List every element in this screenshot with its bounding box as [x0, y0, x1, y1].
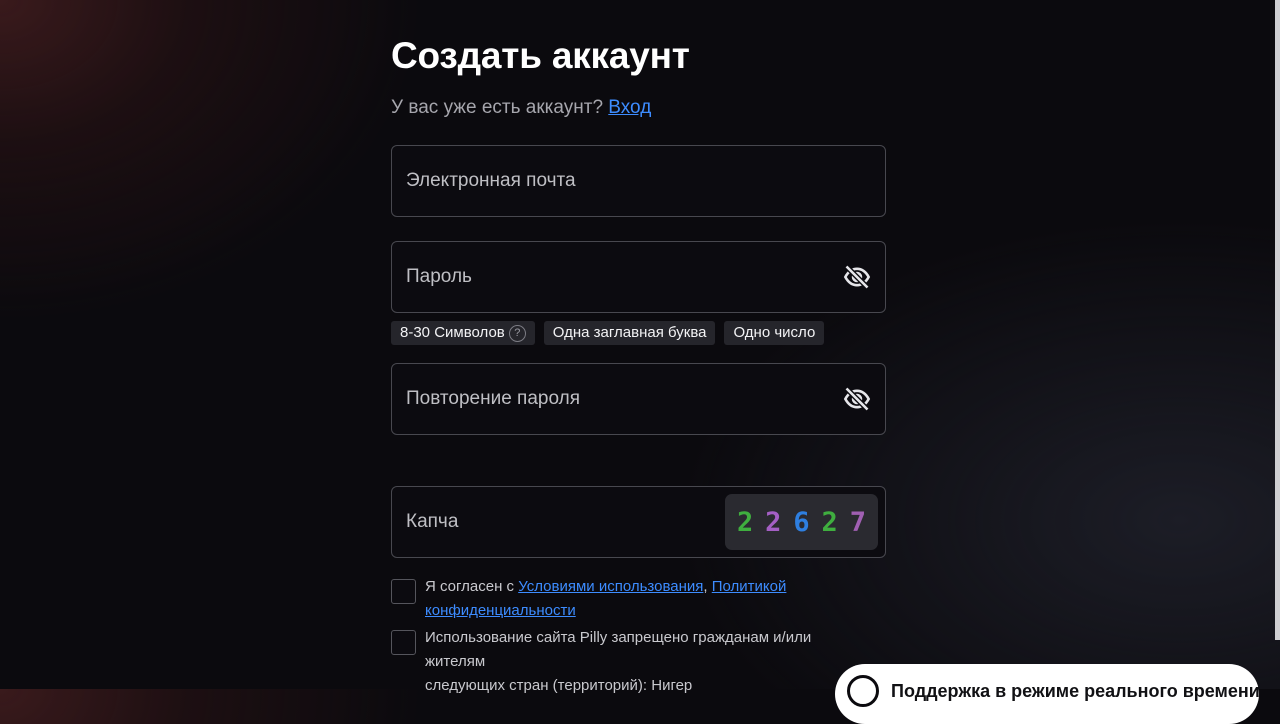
- support-chat-widget[interactable]: Поддержка в режиме реального времени: [835, 664, 1260, 724]
- restriction-agreement: Использование сайта Pilly запрещено граж…: [391, 629, 871, 698]
- repeat-password-field[interactable]: Повторение пароля: [391, 363, 886, 435]
- login-prompt: У вас уже есть аккаунт? Вход: [391, 97, 651, 119]
- password-placeholder: Пароль: [406, 266, 472, 287]
- repeat-password-placeholder: Повторение пароля: [406, 388, 580, 409]
- password-field[interactable]: Пароль: [391, 241, 886, 313]
- terms-text: Я согласен с Условиями использования, По…: [425, 575, 786, 623]
- hint-uppercase: Одна заглавная буква: [543, 321, 716, 345]
- captcha-image[interactable]: 2 2 6 2 7: [725, 494, 878, 550]
- email-field[interactable]: Электронная почта: [391, 145, 886, 217]
- support-avatar-icon: [847, 675, 879, 707]
- terms-agreement: Я согласен с Условиями использования, По…: [391, 578, 871, 623]
- captcha-placeholder: Капча: [406, 511, 459, 532]
- question-icon[interactable]: ?: [508, 324, 526, 342]
- password-requirements: 8-30 Символов ? Одна заглавная буква Одн…: [391, 321, 825, 345]
- terms-checkbox[interactable]: [391, 579, 416, 604]
- hint-length-label: 8-30 Символов: [400, 324, 505, 341]
- login-link[interactable]: Вход: [608, 97, 651, 118]
- privacy-policy-link-cont[interactable]: конфиденциальности: [425, 602, 576, 619]
- eye-off-icon[interactable]: [843, 263, 871, 291]
- hint-number: Одно число: [724, 321, 825, 345]
- support-widget-text: Поддержка в режиме реального времени: [891, 681, 1260, 701]
- hint-uppercase-label: Одна заглавная буква: [552, 324, 707, 341]
- restriction-checkbox[interactable]: [391, 630, 416, 655]
- terms-of-use-link[interactable]: Условиями использования: [518, 578, 703, 595]
- captcha-digit: 7: [849, 506, 866, 538]
- page-scrollbar[interactable]: [1275, 0, 1280, 640]
- captcha-field[interactable]: Капча 2 2 6 2 7: [391, 486, 886, 558]
- eye-off-icon[interactable]: [843, 385, 871, 413]
- email-placeholder: Электронная почта: [406, 170, 576, 191]
- captcha-digit: 2: [736, 506, 754, 538]
- restriction-line-2: следующих стран (территорий): Нигер: [425, 677, 693, 694]
- hint-number-label: Одно число: [733, 324, 816, 341]
- captcha-digit: 2: [765, 506, 782, 538]
- login-prompt-text: У вас уже есть аккаунт?: [391, 97, 604, 118]
- hint-length: 8-30 Символов ?: [391, 321, 535, 345]
- restriction-text: Использование сайта Pilly запрещено граж…: [425, 626, 871, 698]
- privacy-policy-link[interactable]: Политикой: [712, 578, 787, 595]
- terms-separator: ,: [703, 578, 712, 595]
- captcha-digit: 6: [793, 506, 810, 538]
- captcha-digit: 2: [821, 506, 838, 538]
- terms-prefix: Я согласен с: [425, 578, 519, 595]
- restriction-line-1: Использование сайта Pilly запрещено граж…: [425, 629, 812, 670]
- page-title: Создать аккаунт: [391, 35, 690, 76]
